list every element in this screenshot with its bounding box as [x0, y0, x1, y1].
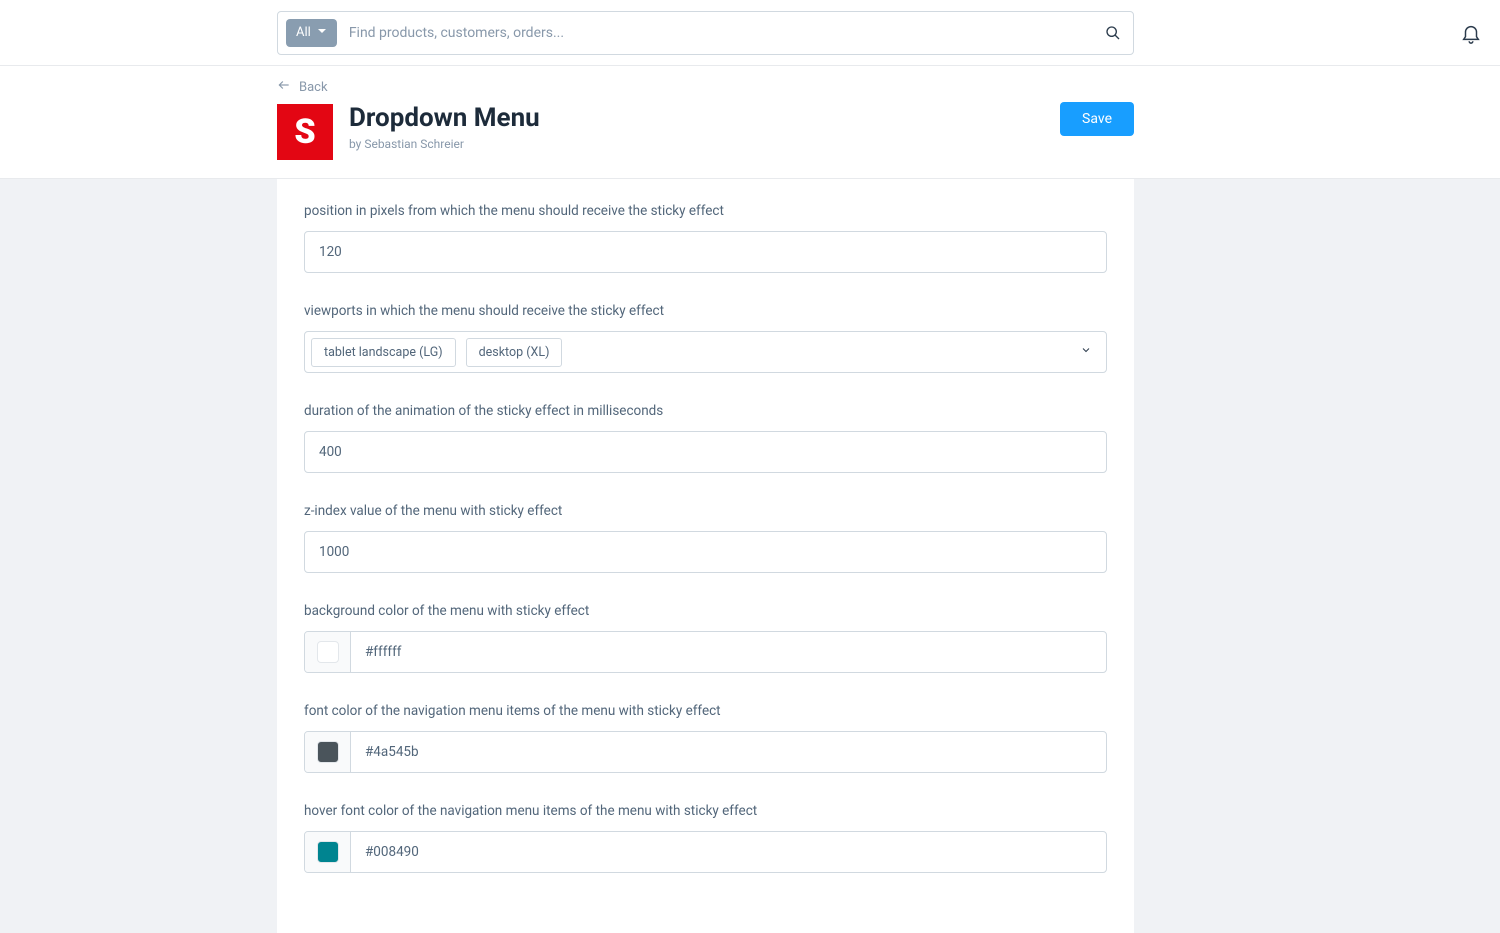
- search-icon[interactable]: [1093, 25, 1133, 41]
- sticky-hover-font-label: hover font color of the navigation menu …: [304, 803, 1107, 819]
- sticky-bg-label: background color of the menu with sticky…: [304, 603, 1107, 619]
- page-subtitle: by Sebastian Schreier: [349, 137, 540, 151]
- sticky-hover-font-field[interactable]: [304, 831, 1107, 873]
- sticky-font-label: font color of the navigation menu items …: [304, 703, 1107, 719]
- page-body: position in pixels from which the menu s…: [0, 179, 1500, 933]
- sticky-viewports-label: viewports in which the menu should recei…: [304, 303, 1107, 319]
- page-title: Dropdown Menu: [349, 104, 540, 133]
- back-link[interactable]: Back: [277, 78, 1134, 96]
- color-swatch: [317, 641, 339, 663]
- search-filter-dropdown[interactable]: All: [286, 19, 337, 47]
- viewport-tag[interactable]: tablet landscape (LG): [311, 338, 456, 367]
- sticky-duration-label: duration of the animation of the sticky …: [304, 403, 1107, 419]
- page-header: Back S Dropdown Menu by Sebastian Schrei…: [0, 66, 1500, 179]
- chevron-down-icon: [317, 25, 327, 40]
- sticky-position-input[interactable]: [304, 231, 1107, 273]
- color-swatch-cell[interactable]: [305, 832, 351, 872]
- settings-card: position in pixels from which the menu s…: [277, 179, 1134, 933]
- sticky-bg-field[interactable]: [304, 631, 1107, 673]
- color-swatch-cell[interactable]: [305, 632, 351, 672]
- sticky-position-label: position in pixels from which the menu s…: [304, 203, 1107, 219]
- arrow-left-icon: [277, 78, 291, 96]
- color-swatch: [317, 841, 339, 863]
- sticky-zindex-input[interactable]: [304, 531, 1107, 573]
- sticky-bg-input[interactable]: [351, 644, 1106, 660]
- back-label: Back: [299, 80, 328, 95]
- notifications-bell-icon[interactable]: [1460, 22, 1482, 48]
- color-swatch-cell[interactable]: [305, 732, 351, 772]
- topbar: All: [0, 0, 1500, 66]
- sticky-zindex-label: z-index value of the menu with sticky ef…: [304, 503, 1107, 519]
- color-swatch: [317, 741, 339, 763]
- sticky-viewports-select[interactable]: tablet landscape (LG) desktop (XL): [304, 331, 1107, 373]
- extension-logo: S: [277, 104, 333, 160]
- chevron-down-icon: [1080, 344, 1092, 360]
- save-button[interactable]: Save: [1060, 102, 1134, 136]
- viewport-tag[interactable]: desktop (XL): [466, 338, 563, 367]
- search-filter-label: All: [296, 25, 311, 40]
- sticky-font-field[interactable]: [304, 731, 1107, 773]
- sticky-duration-input[interactable]: [304, 431, 1107, 473]
- global-search[interactable]: All: [277, 11, 1134, 55]
- search-input[interactable]: [337, 25, 1093, 41]
- sticky-font-input[interactable]: [351, 744, 1106, 760]
- sticky-hover-font-input[interactable]: [351, 844, 1106, 860]
